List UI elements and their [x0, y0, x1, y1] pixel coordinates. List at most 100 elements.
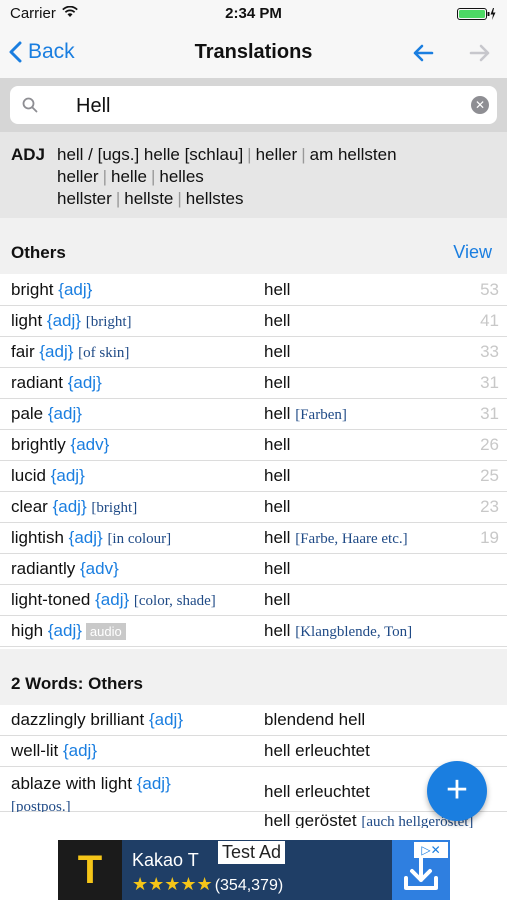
table-row[interactable]: clear {adj} [bright] hell 23	[0, 492, 507, 523]
target-term: hell	[264, 497, 291, 516]
vote-count: 19	[480, 528, 499, 547]
table-row[interactable]: hell geröstet [auch hellgeröstet]	[0, 812, 507, 828]
table-row[interactable]: bright {adj} hell 53	[0, 275, 507, 306]
target-cell: hell	[264, 280, 290, 300]
source-cell: radiant {adj}	[11, 373, 102, 393]
vote-count: 53	[480, 280, 499, 299]
table-row[interactable]: well-lit {adj} hell erleuchtet	[0, 736, 507, 767]
table-row[interactable]: lucid {adj} hell 25	[0, 461, 507, 492]
table-row[interactable]: radiantly {adv} hell	[0, 554, 507, 585]
source-cell: lucid {adj}	[11, 466, 85, 486]
ad-app-name: Kakao T	[132, 850, 199, 870]
forms-line: hellster | hellste | hellstes	[57, 189, 243, 209]
ad-content[interactable]: T Kakao T Test Ad ★★★★★ (354,379) ▷✕	[58, 840, 450, 900]
source-cell: radiantly {adv}	[11, 559, 119, 579]
source-cell: clear {adj} [bright]	[11, 497, 137, 517]
grammar-label: {adj}	[46, 311, 81, 330]
vote-count: 25	[480, 466, 499, 485]
ad-app-logo: T	[58, 840, 122, 900]
grammar-label: {adj}	[136, 774, 171, 793]
target-term: hell	[264, 280, 291, 299]
source-cell: high {adj} audio	[11, 621, 126, 641]
table-row[interactable]: light-toned {adj} [color, shade] hell	[0, 585, 507, 616]
usage-note: [of skin]	[78, 345, 130, 361]
target-cell: hell	[264, 373, 290, 393]
add-button[interactable]: +	[427, 761, 487, 821]
form: hellste	[124, 189, 174, 208]
form: helles	[159, 167, 204, 186]
source-term: fair	[11, 342, 35, 361]
section-title: Others	[11, 243, 66, 262]
target-term: hell	[264, 559, 291, 578]
target-cell: hell	[264, 466, 290, 486]
ad-banner: T Kakao T Test Ad ★★★★★ (354,379) ▷✕	[0, 840, 507, 900]
table-row[interactable]: brightly {adv} hell 26	[0, 430, 507, 461]
form: hell / [ugs.] helle [schlau]	[57, 145, 244, 164]
source-cell: light {adj} [bright]	[11, 311, 132, 331]
source-cell: lightish {adj} [in colour]	[11, 528, 171, 548]
clear-icon[interactable]: ✕	[471, 96, 489, 114]
status-bar: Carrier 2:34 PM	[0, 0, 507, 28]
source-term: light	[11, 311, 43, 330]
search-box: ✕	[10, 86, 497, 124]
inflection-panel: ADJ hell / [ugs.] helle [schlau] | heller |…	[0, 132, 507, 218]
audio-badge[interactable]: audio	[85, 623, 126, 640]
back-label: Back	[28, 40, 75, 63]
ad-choices-icon[interactable]: ▷✕	[414, 842, 448, 858]
usage-note: [Farbe, Haare etc.]	[295, 531, 408, 547]
ad-test-label: Test Ad	[218, 841, 286, 864]
source-term: ablaze with light	[11, 774, 132, 793]
grammar-label: {adj}	[95, 590, 130, 609]
grammar-label: {adj}	[58, 280, 93, 299]
table-row[interactable]: light {adj} [bright] hell 41	[0, 306, 507, 337]
table-row[interactable]: radiant {adj} hell 31	[0, 368, 507, 399]
separator: |	[247, 145, 252, 164]
target-term: hell	[264, 373, 291, 392]
target-cell: hell [Farbe, Haare etc.]	[264, 528, 408, 548]
ad-rating: ★★★★★ (354,379)	[132, 874, 283, 895]
target-cell: hell	[264, 559, 290, 579]
target-term: hell	[264, 528, 291, 547]
navigation-bar: Back Translations	[0, 28, 507, 78]
grammar-label: {adj}	[50, 466, 85, 485]
back-button[interactable]: Back	[8, 40, 75, 64]
form: heller	[57, 167, 99, 186]
search-input[interactable]	[74, 91, 458, 121]
form: heller	[255, 145, 298, 164]
forms-line: hell / [ugs.] helle [schlau] | heller | am h…	[57, 145, 397, 165]
source-term: radiantly	[11, 559, 76, 578]
table-row[interactable]: dazzlingly brilliant {adj} blendend hell	[0, 705, 507, 736]
target-term: hell	[264, 342, 291, 361]
grammar-label: {adv}	[80, 559, 119, 578]
grammar-label: {adj}	[52, 497, 87, 516]
forms-line: heller | helle | helles	[57, 167, 204, 187]
target-term: hell	[264, 435, 291, 454]
table-row[interactable]: fair {adj} [of skin] hell 33	[0, 337, 507, 368]
source-term: lightish	[11, 528, 64, 547]
table-row[interactable]: lightish {adj} [in colour] hell [Farbe, H…	[0, 523, 507, 554]
source-cell: bright {adj}	[11, 280, 92, 300]
chevron-left-icon	[9, 41, 22, 63]
download-icon[interactable]: ▷✕	[392, 840, 450, 900]
source-term: dazzlingly brilliant	[11, 710, 145, 729]
usage-note: [color, shade]	[133, 593, 216, 609]
table-row[interactable]: high {adj} audio hell [Klangblende, Ton]	[0, 616, 507, 647]
source-cell: light-toned {adj} [color, shade]	[11, 590, 216, 610]
target-term: hell geröstet	[264, 812, 357, 828]
target-cell: hell erleuchtet	[264, 782, 370, 802]
form: am hellsten	[309, 145, 397, 164]
grammar-label: {adj}	[68, 528, 103, 547]
target-term: hell	[264, 590, 291, 609]
source-cell: pale {adj}	[11, 404, 82, 424]
usage-note: [bright]	[85, 314, 132, 330]
table-row[interactable]: pale {adj} hell [Farben] 31	[0, 399, 507, 430]
arrow-left-icon[interactable]	[412, 42, 434, 64]
arrow-right-icon[interactable]	[469, 42, 491, 64]
separator: |	[115, 189, 121, 208]
target-cell: hell	[264, 342, 290, 362]
target-term: hell	[264, 621, 291, 640]
view-button[interactable]: View	[453, 242, 492, 263]
star-icon: ★★★★★	[132, 874, 213, 894]
separator: |	[301, 145, 306, 164]
target-term: blendend hell	[264, 710, 366, 729]
